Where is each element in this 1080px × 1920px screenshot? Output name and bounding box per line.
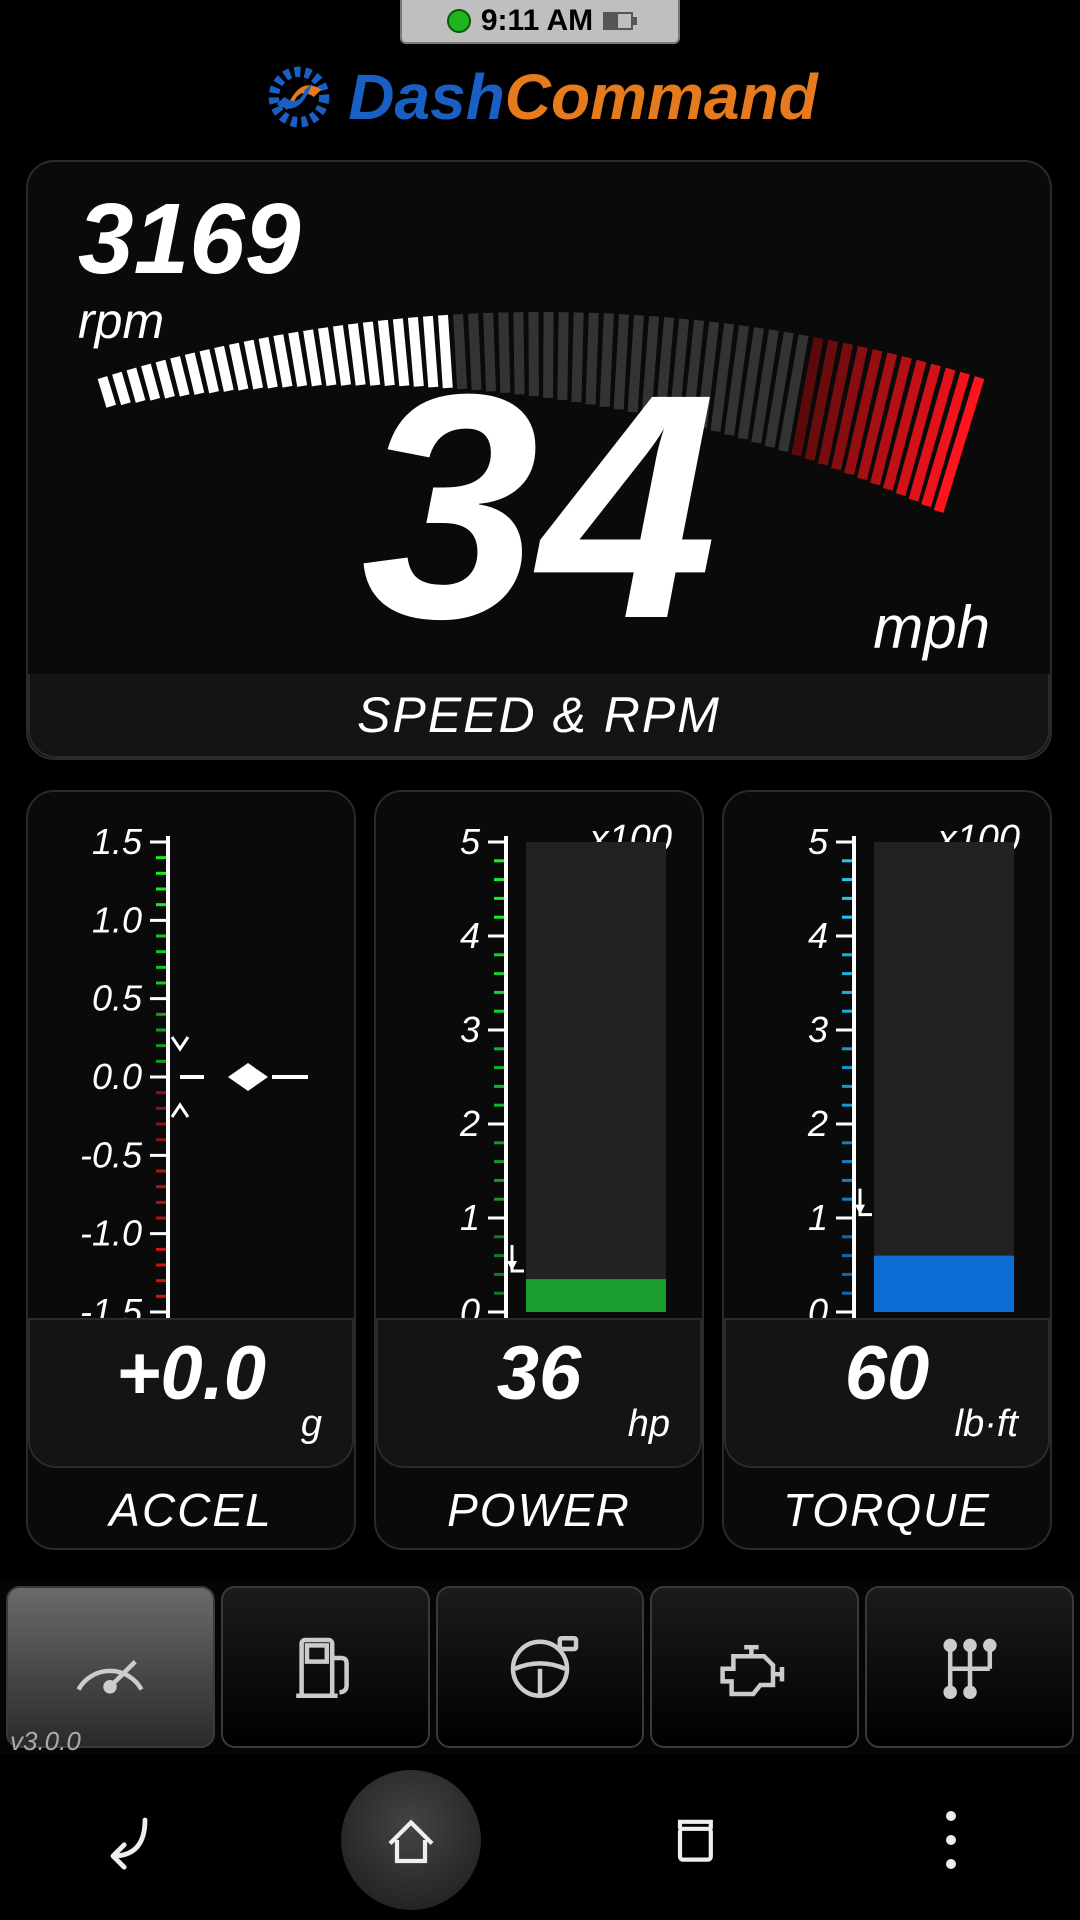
- rpm-value: 3169: [78, 182, 300, 297]
- torque-value-box: 60 lb·ft: [724, 1318, 1050, 1468]
- tab-engine[interactable]: [650, 1586, 859, 1748]
- svg-text:2: 2: [807, 1103, 828, 1144]
- steering-wheel-icon: [495, 1622, 585, 1712]
- speedometer-icon: [65, 1622, 155, 1712]
- svg-text:3: 3: [808, 1009, 828, 1050]
- android-nav-bar: [0, 1760, 1080, 1920]
- accel-panel[interactable]: 1.51.00.50.0-0.5-1.0-1.5 +0.0 g ACCEL: [26, 790, 356, 1550]
- svg-text:3: 3: [460, 1009, 480, 1050]
- power-panel[interactable]: x100 543210 36 hp POWER: [374, 790, 704, 1550]
- accel-gauge: 1.51.00.50.0-0.5-1.0-1.5: [28, 812, 358, 1332]
- back-icon: [89, 1800, 169, 1880]
- torque-unit: lb·ft: [955, 1403, 1018, 1446]
- torque-panel[interactable]: x100 543210 60 lb·ft TORQUE: [722, 790, 1052, 1550]
- tab-trip[interactable]: [436, 1586, 645, 1748]
- svg-text:5: 5: [460, 821, 481, 862]
- power-unit: hp: [628, 1403, 670, 1446]
- gear-shift-icon: [925, 1622, 1015, 1712]
- tab-gauges[interactable]: [6, 1586, 215, 1748]
- accel-unit: g: [301, 1403, 322, 1446]
- accel-value-box: +0.0 g: [28, 1318, 354, 1468]
- android-status-bar: 9:11 AM: [400, 0, 680, 44]
- fuel-pump-icon: [280, 1622, 370, 1712]
- svg-text:0.0: 0.0: [92, 1056, 142, 1097]
- app-tab-bar: [0, 1580, 1080, 1754]
- nav-back-button[interactable]: [84, 1795, 174, 1885]
- svg-text:-0.5: -0.5: [80, 1134, 143, 1175]
- engine-icon: [710, 1622, 800, 1712]
- nav-recent-button[interactable]: [649, 1795, 739, 1885]
- svg-text:4: 4: [460, 915, 480, 956]
- status-connected-icon: [447, 9, 471, 33]
- svg-text:1.0: 1.0: [92, 899, 142, 940]
- speed-rpm-title: SPEED & RPM: [28, 674, 1050, 758]
- home-icon: [376, 1805, 446, 1875]
- app-logo: DashCommand: [0, 60, 1080, 134]
- logo-text: DashCommand: [348, 60, 817, 134]
- power-title: POWER: [376, 1472, 702, 1548]
- accel-value: +0.0: [116, 1330, 266, 1417]
- speed-rpm-panel[interactable]: 3169 rpm 34 mph SPEED & RPM: [26, 160, 1052, 760]
- torque-title: TORQUE: [724, 1472, 1050, 1548]
- svg-text:5: 5: [808, 821, 829, 862]
- svg-text:0.5: 0.5: [92, 978, 143, 1019]
- torque-value: 60: [845, 1330, 930, 1417]
- tab-fuel[interactable]: [221, 1586, 430, 1748]
- svg-text:1: 1: [808, 1197, 828, 1238]
- torque-gauge: 543210: [724, 812, 1054, 1332]
- nav-menu-button[interactable]: [906, 1795, 996, 1885]
- version-label: v3.0.0: [10, 1726, 81, 1757]
- svg-text:2: 2: [459, 1103, 480, 1144]
- svg-text:1.5: 1.5: [92, 821, 143, 862]
- power-gauge: 543210: [376, 812, 706, 1332]
- svg-text:-1.0: -1.0: [80, 1213, 142, 1254]
- recent-apps-icon: [659, 1805, 729, 1875]
- tab-transmission[interactable]: [865, 1586, 1074, 1748]
- power-value: 36: [497, 1330, 582, 1417]
- battery-icon: [603, 12, 633, 30]
- svg-text:4: 4: [808, 915, 828, 956]
- logo-gear-icon: [262, 60, 336, 134]
- speed-unit: mph: [873, 593, 990, 662]
- accel-title: ACCEL: [28, 1472, 354, 1548]
- power-value-box: 36 hp: [376, 1318, 702, 1468]
- status-time: 9:11 AM: [481, 4, 593, 38]
- menu-dots-icon: [946, 1811, 956, 1869]
- svg-text:1: 1: [460, 1197, 480, 1238]
- nav-home-button[interactable]: [341, 1770, 481, 1910]
